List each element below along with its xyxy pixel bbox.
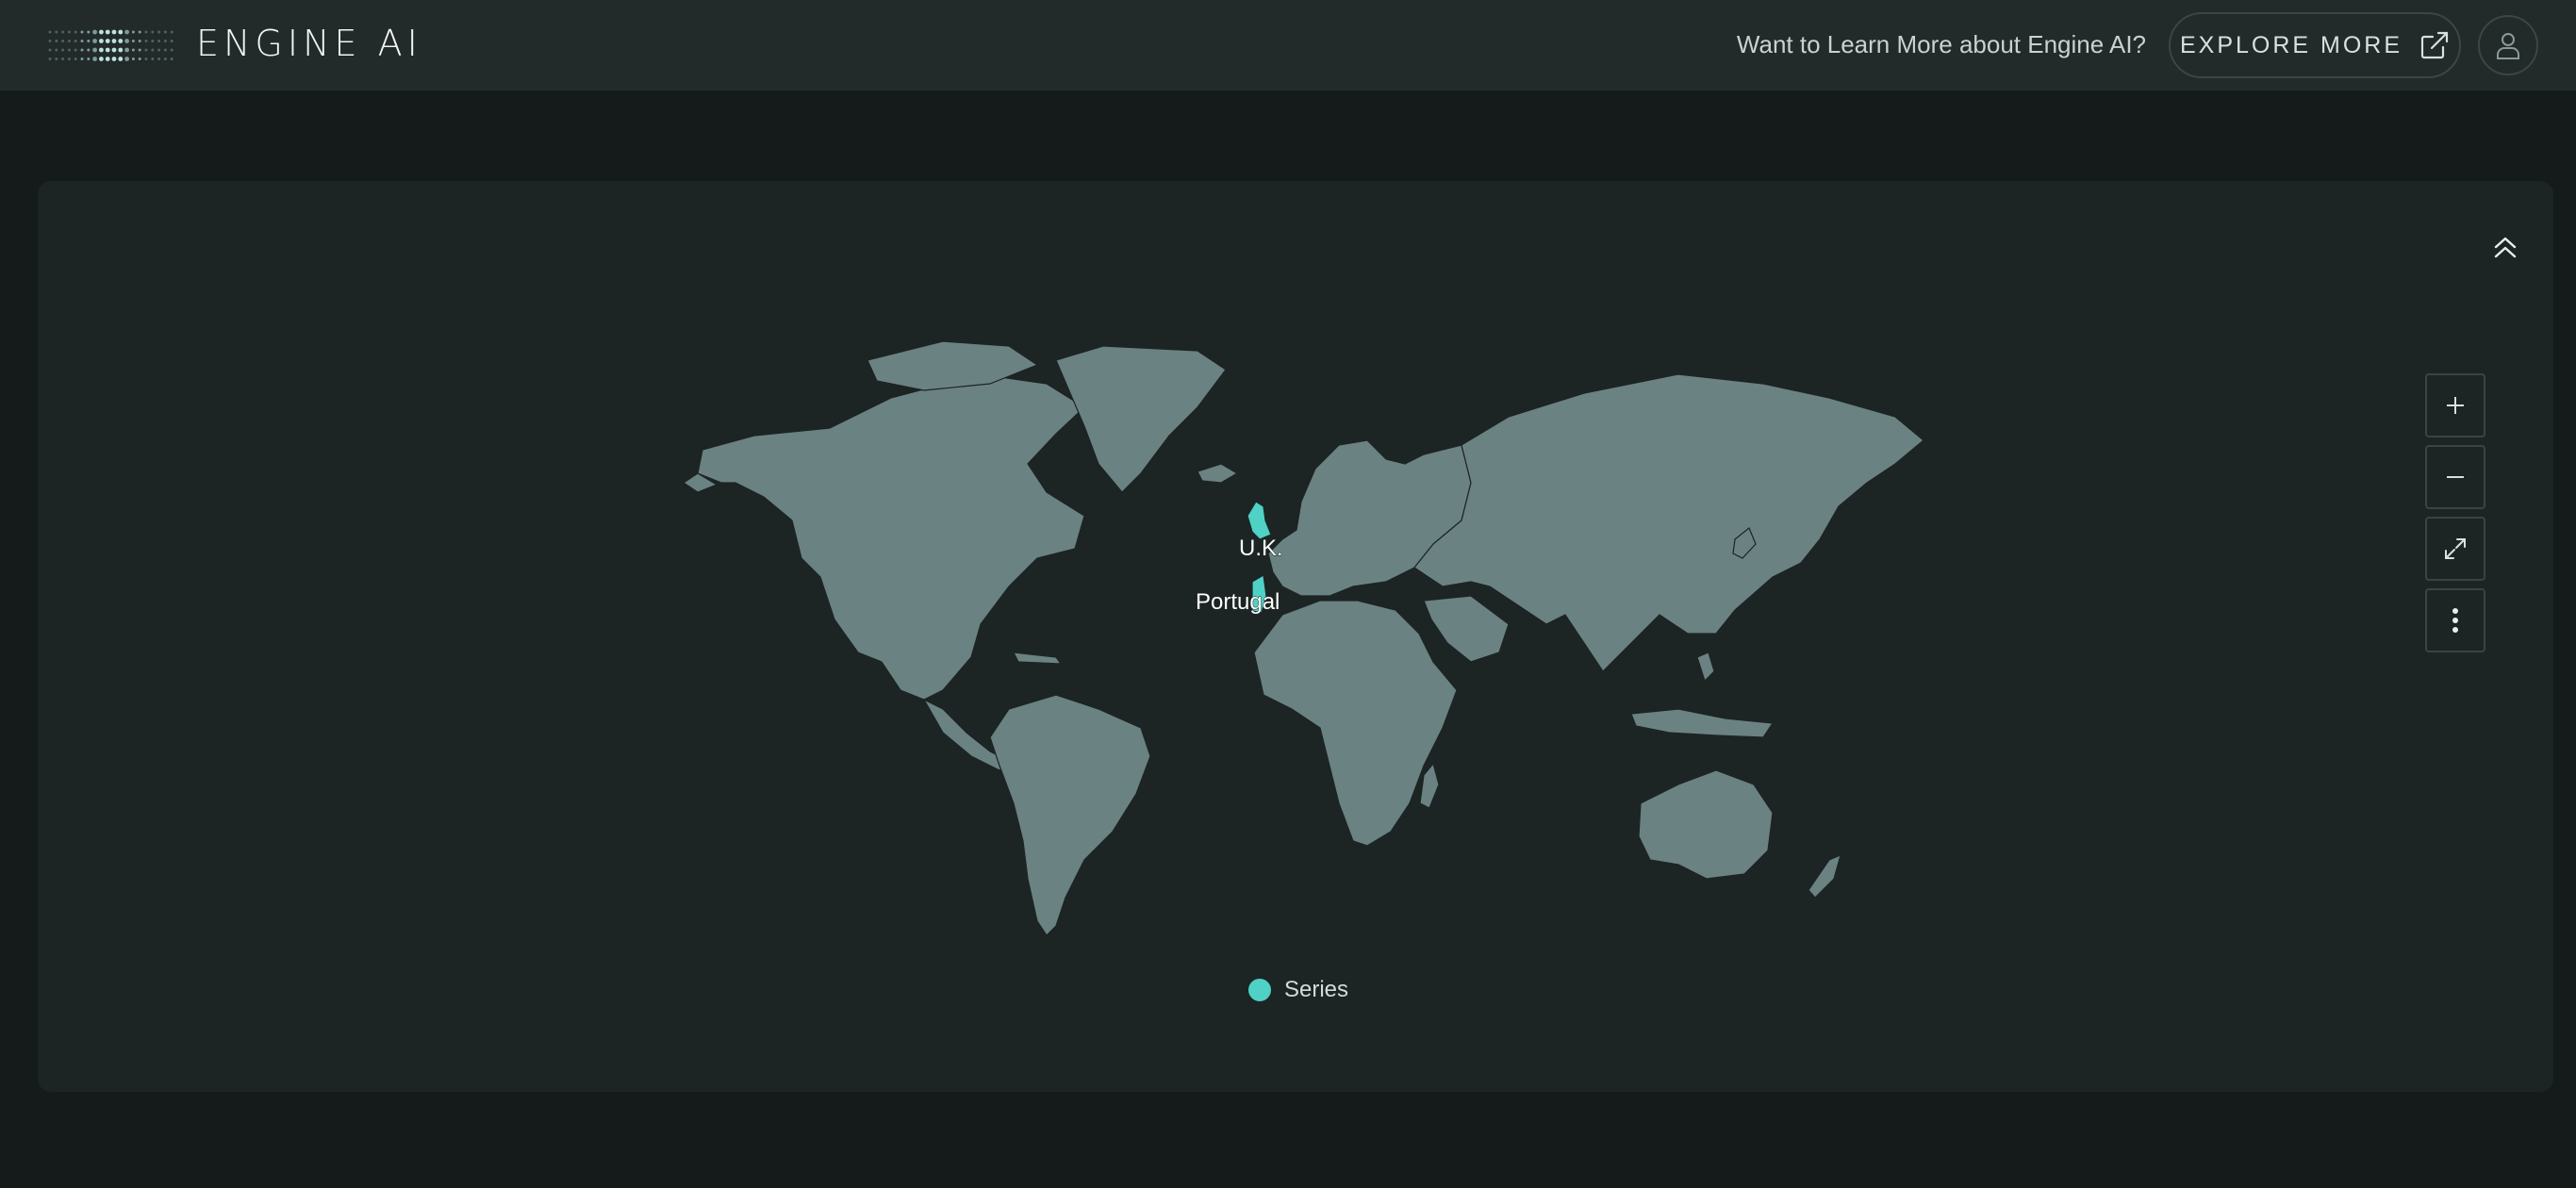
- country-iceland[interactable]: [1197, 463, 1239, 484]
- map-card: U.K. Portugal Series: [38, 181, 2553, 1092]
- country-uk[interactable]: [1247, 501, 1272, 540]
- country-south-america[interactable]: [989, 694, 1151, 936]
- fullscreen-button[interactable]: [2425, 517, 2485, 581]
- legend-marker: [1248, 979, 1271, 1001]
- explore-more-label: EXPLORE MORE: [2179, 31, 2403, 58]
- country-australia[interactable]: [1638, 769, 1774, 880]
- country-north-america[interactable]: [697, 373, 1085, 701]
- country-africa[interactable]: [1253, 600, 1458, 847]
- map-label-portugal: Portugal: [1196, 589, 1280, 615]
- external-link-icon: [2420, 31, 2449, 59]
- learn-more-text: Want to Learn More about Engine AI?: [1736, 30, 2146, 58]
- zoom-out-button[interactable]: [2425, 445, 2485, 509]
- user-avatar-button[interactable]: [2478, 15, 2538, 75]
- country-indonesia[interactable]: [1630, 708, 1775, 738]
- map-legend-series[interactable]: Series: [1248, 977, 1348, 1003]
- country-madagascar[interactable]: [1419, 762, 1440, 809]
- zoom-in-button[interactable]: [2425, 373, 2485, 437]
- vertical-dots-icon: [2452, 608, 2458, 633]
- world-map[interactable]: U.K. Portugal: [38, 181, 2553, 1092]
- dots-logo-icon: [48, 29, 173, 61]
- double-chevron-up-icon: [2494, 237, 2517, 258]
- minus-icon: [2447, 476, 2464, 478]
- brand-logo-text[interactable]: ENGINE AI: [196, 23, 422, 64]
- country-arabian-peninsula[interactable]: [1423, 595, 1510, 663]
- user-icon: [2497, 33, 2519, 59]
- country-caribbean[interactable]: [1012, 652, 1063, 665]
- collapse-panel-button[interactable]: [2484, 228, 2527, 266]
- explore-more-button[interactable]: EXPLORE MORE: [2169, 12, 2461, 78]
- plus-icon: [2447, 397, 2464, 414]
- country-new-zealand[interactable]: [1808, 853, 1841, 899]
- map-label-uk: U.K.: [1239, 536, 1283, 561]
- expand-icon: [2445, 538, 2466, 559]
- map-controls: [2425, 373, 2485, 660]
- top-bar: ENGINE AI Want to Learn More about Engin…: [0, 0, 2576, 91]
- legend-label: Series: [1284, 977, 1349, 1002]
- more-options-button[interactable]: [2425, 588, 2485, 652]
- country-philippines[interactable]: [1696, 652, 1715, 683]
